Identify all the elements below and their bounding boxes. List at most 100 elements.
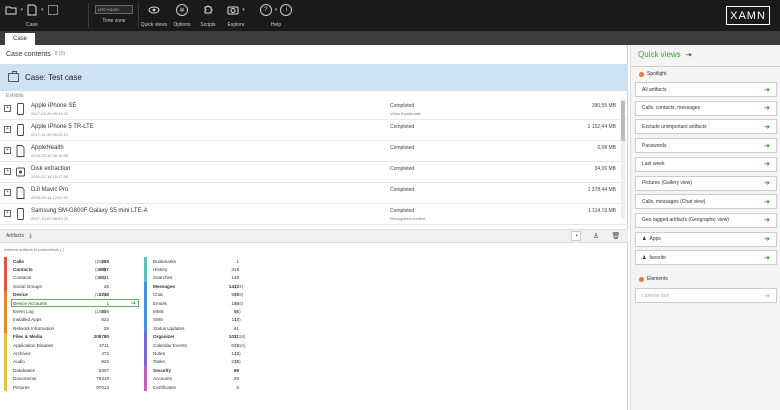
caret-icon[interactable]: ▾ — [20, 7, 23, 13]
categories-right: Bookmarks 1 History 318 Searches 149 Messages 1… — [144, 257, 269, 392]
quickview-label: Last week — [642, 161, 665, 168]
scripts-button[interactable]: Scripts — [199, 2, 217, 30]
options-button[interactable]: ✲ Options — [172, 2, 192, 30]
quickview-item[interactable]: ♟ Apps ➜ — [635, 231, 777, 247]
pie-chart-icon[interactable]: ◔ — [571, 231, 581, 241]
category-row[interactable]: Archives 472 — [4, 349, 139, 358]
category-row[interactable]: Device 1748 (162) — [4, 290, 139, 299]
expand-icon[interactable]: + — [4, 147, 11, 154]
quickview-item[interactable]: Last week ➜ — [635, 156, 777, 172]
elements-input[interactable]: Lipense fast ➜ — [635, 288, 777, 303]
quickview-item[interactable]: Passwords ➜ — [635, 138, 777, 154]
category-row[interactable]: Accounts 29 — [144, 374, 269, 383]
arrow-right-icon[interactable]: ➜ — [131, 300, 136, 307]
category-deleted-count: (582) — [95, 267, 106, 273]
exhibit-row[interactable]: + Apple iPhone SE 2017-04-20 09:44:22 Compl… — [0, 99, 628, 120]
category-row[interactable]: Security 69 — [144, 366, 269, 375]
category-row[interactable]: Device Accounts 1 ➜ — [4, 298, 139, 308]
category-row[interactable]: Installed Apps 822 — [4, 315, 139, 325]
artifacts-bar: Artifacts ⤓ — [0, 229, 628, 243]
category-row[interactable]: Databases 5307 — [4, 366, 139, 375]
explore-button[interactable]: ▾ Explore — [225, 2, 247, 30]
tab-case[interactable]: Case — [5, 33, 35, 45]
caret-icon[interactable]: ▾ — [41, 7, 44, 13]
category-row[interactable]: Documents 75319 — [4, 374, 139, 383]
quickview-item[interactable]: Calls, contacts, messages ➜ — [635, 100, 777, 116]
open-folder-icon[interactable] — [5, 4, 17, 16]
category-count: 4711 — [99, 342, 109, 348]
category-row[interactable]: Messages 1412 (24) — [144, 282, 269, 291]
quickview-item[interactable]: Geo tagged artifacts (Geographic view) ➜ — [635, 212, 777, 228]
category-row[interactable]: Contacts 2041 (582) — [4, 273, 139, 283]
arrow-right-icon[interactable]: ➜ — [764, 160, 770, 168]
trash-icon[interactable]: 🗑 — [611, 231, 621, 241]
new-case-icon[interactable] — [26, 4, 38, 16]
arrow-right-icon[interactable]: ➜ — [764, 86, 770, 94]
quickview-item[interactable]: Calls, messages (Chat view) ➜ — [635, 194, 777, 210]
category-row[interactable]: Application Binaries 4711 — [4, 340, 139, 350]
category-row[interactable]: Notes 143 (1) — [144, 349, 269, 358]
elements-placeholder: Lipense fast — [642, 292, 669, 299]
person-icon[interactable]: ♙ — [591, 231, 601, 241]
category-row[interactable]: Social Groups 26 — [4, 282, 139, 291]
expand-icon[interactable]: + — [4, 168, 11, 175]
save-icon[interactable] — [47, 4, 59, 16]
expand-icon[interactable]: + — [4, 126, 11, 133]
exhibit-scrollbar[interactable] — [621, 99, 625, 219]
info-icon[interactable]: i — [280, 4, 293, 16]
category-row[interactable]: Searches 149 — [144, 273, 269, 283]
elements-section[interactable]: Elements — [639, 276, 668, 282]
arrow-right-icon[interactable]: ➜ — [764, 123, 770, 131]
category-row[interactable]: Calendar Events 674 (110) — [144, 340, 269, 350]
exhibit-row[interactable]: + Apple iPhone 5 TR-LTE 2017-11-30 08:23:1… — [0, 120, 628, 141]
quickview-item[interactable]: ♟ favorite ➜ — [635, 250, 777, 266]
quickviews-button[interactable]: Quick views — [141, 2, 167, 30]
arrow-right-icon[interactable]: ➜ — [764, 235, 770, 243]
category-row[interactable]: Calls 385 (26) — [4, 257, 139, 266]
category-row[interactable]: Contacts 2067 (582) — [4, 265, 139, 274]
category-row[interactable]: Event Log 856 (162) — [4, 307, 139, 316]
exhibit-row[interactable]: + DJI Mavic Pro 2018-08-14 12:07:21 Complet… — [0, 183, 628, 204]
category-row[interactable]: Audio 925 — [4, 357, 139, 367]
category-row[interactable]: Emails 193 (54) — [144, 298, 269, 308]
category-row[interactable]: Files & Media 208780 — [4, 332, 139, 341]
explore-label: Explore — [227, 22, 245, 28]
category-row[interactable]: Chat 988 (19) — [144, 290, 269, 299]
quickviews-title: Quick views ⇥ — [638, 50, 692, 59]
category-row[interactable]: Network Information 28 — [4, 324, 139, 333]
arrow-right-icon[interactable]: ➜ — [764, 142, 770, 150]
category-row[interactable]: Organizer 1031 (118) — [144, 332, 269, 341]
caret-icon[interactable]: ▾ — [275, 7, 278, 13]
exhibit-row[interactable]: + Disk extraction 2016-07-18 15:17:00 Compl… — [0, 162, 628, 183]
arrow-right-icon[interactable]: ➜ — [764, 179, 770, 187]
timezone-select[interactable]: UTC+01:00 — [95, 5, 133, 14]
exhibit-row[interactable]: + Samsung SM-G800F Galaxy S5 mini LTE-A 20… — [0, 204, 628, 225]
category-row[interactable]: Tasks 214 (5) — [144, 357, 269, 367]
arrow-right-icon[interactable]: ➜ — [764, 216, 770, 224]
arrow-right-icon[interactable]: ➜ — [764, 292, 770, 300]
category-row[interactable]: Pictures 97013 — [4, 382, 139, 392]
exhibit-row[interactable]: + AppleHealth 2018-05-30 08:16:08 Completed… — [0, 141, 628, 162]
scrollbar-thumb[interactable] — [621, 101, 625, 141]
arrow-right-icon[interactable]: ➜ — [764, 254, 770, 262]
case-banner[interactable]: Case: Test case — [0, 64, 628, 91]
category-row[interactable]: SMS 117 (3) — [144, 315, 269, 325]
quickview-item[interactable]: All artifacts ➜ — [635, 82, 777, 97]
help-icon[interactable]: ? — [259, 4, 272, 16]
category-row[interactable]: MMS 55 (1) — [144, 307, 269, 316]
category-row[interactable]: History 318 — [144, 265, 269, 274]
expand-icon[interactable]: + — [4, 105, 11, 112]
quickview-item[interactable]: Exclude unimportant artifacts ➜ — [635, 119, 777, 135]
expand-icon[interactable]: + — [4, 210, 11, 217]
category-row[interactable]: Status Updates 61 — [144, 324, 269, 333]
download-icon[interactable]: ⤓ — [29, 233, 32, 240]
arrow-right-icon[interactable]: ➜ — [764, 104, 770, 112]
category-row[interactable]: Bookmarks 1 — [144, 257, 269, 266]
category-count: 97013 — [96, 384, 109, 390]
pin-icon[interactable]: ⇥ — [686, 51, 692, 59]
arrow-right-icon[interactable]: ➜ — [764, 198, 770, 206]
expand-icon[interactable]: + — [4, 189, 11, 196]
spotlight-section[interactable]: Spotlight — [639, 71, 666, 77]
category-row[interactable]: Certificates 6 — [144, 382, 269, 392]
quickview-item[interactable]: Pictures (Gallery view) ➜ — [635, 175, 777, 191]
